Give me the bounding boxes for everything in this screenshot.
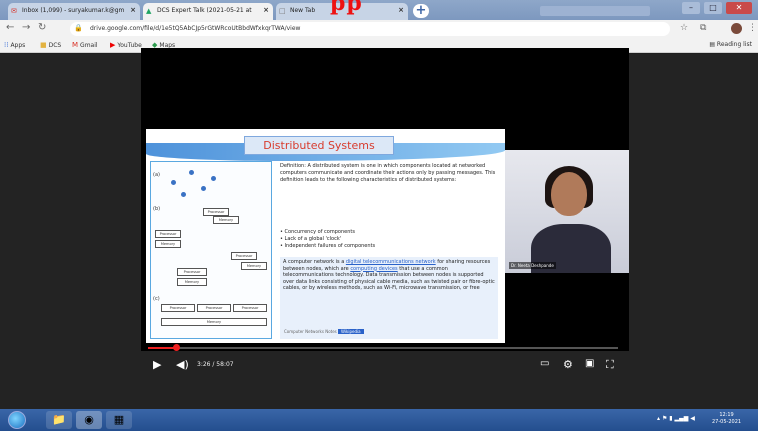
memory-box: Memory (213, 216, 239, 224)
window-controls: – □ ✕ (682, 2, 752, 14)
link[interactable]: digital telecommunications network (346, 259, 436, 265)
close-icon[interactable]: × (263, 6, 269, 14)
link[interactable]: computing devices (350, 266, 397, 272)
progress-bar[interactable] (148, 344, 618, 351)
network-definition: A computer network is a digital telecomm… (280, 257, 498, 339)
browser-toolbar: ← → ↻ 🔒 drive.google.com/file/d/1e5tQ5Ab… (0, 20, 758, 38)
app-icon[interactable]: ▦ (106, 411, 132, 429)
list-item: • Independent failures of components (280, 243, 376, 249)
tray-arrow-icon[interactable]: ▴ (657, 415, 660, 422)
tab-title: DCS Expert Talk (2021-05-21 at (157, 7, 252, 14)
blurred-area (540, 6, 650, 16)
overlay-title: pp (330, 0, 363, 16)
list-item: • Lack of a global 'clock' (280, 236, 342, 242)
tab-strip: ✉ Inbox (1,099) - suryakumar.k@gm × ▲ DC… (0, 0, 758, 20)
play-icon[interactable]: ▶ (153, 358, 161, 371)
start-button[interactable] (8, 411, 26, 429)
network-node (211, 176, 216, 181)
flag-icon[interactable]: ⚑ (662, 415, 667, 422)
reload-icon[interactable]: ↻ (38, 22, 46, 33)
clock[interactable]: 12:19 27-05-2021 (712, 412, 741, 426)
progress-fill (148, 347, 176, 349)
star-icon[interactable]: ☆ (680, 23, 688, 33)
reading-list-icon: ▤ (709, 41, 717, 48)
new-tab-button[interactable]: + (413, 4, 429, 18)
close-window-icon[interactable]: ✕ (726, 2, 752, 14)
forward-icon[interactable]: → (22, 22, 30, 33)
reading-list-button[interactable]: ▤ Reading list (709, 41, 752, 48)
tab-title: Inbox (1,099) - suryakumar.k@gm (22, 7, 125, 14)
minimize-icon[interactable]: – (682, 2, 700, 14)
processor-box: Processor (177, 268, 207, 276)
chrome-icon[interactable]: ◉ (76, 411, 102, 429)
memory-box: Memory (177, 278, 207, 286)
fullscreen-icon[interactable]: ⛶ (606, 358, 614, 372)
battery-icon[interactable]: ▮ (669, 415, 672, 422)
drive-icon: ▲ (146, 7, 152, 15)
close-icon[interactable]: × (130, 6, 136, 14)
presenter-name: Dr. Neeta Deshpande (509, 262, 556, 269)
characteristics-list: • Concurrency of components • Lack of a … (280, 229, 498, 250)
network-icon[interactable]: ▂▄▆ (674, 415, 688, 422)
back-icon[interactable]: ← (6, 22, 14, 33)
webcam-feed: Dr. Neeta Deshpande (505, 150, 629, 273)
network-node (171, 180, 176, 185)
system-tray: ▴ ⚑ ▮ ▂▄▆ ◀ (657, 415, 695, 422)
processor-box: Processor (161, 304, 195, 312)
maximize-icon[interactable]: □ (704, 2, 722, 14)
memory-box: Memory (161, 318, 267, 326)
gmail-icon: M (72, 41, 79, 49)
speaker-icon[interactable]: ◀ (690, 415, 695, 422)
tab-dcs-talk[interactable]: ▲ DCS Expert Talk (2021-05-21 at × (143, 3, 273, 20)
newtab-icon: □ (279, 7, 286, 15)
processor-box: Processor (233, 304, 267, 312)
tab-inbox[interactable]: ✉ Inbox (1,099) - suryakumar.k@gm × (8, 3, 140, 20)
youtube-icon: ▶ (110, 41, 116, 49)
system-diagram: (a) (b) Processor Memory Processor Memor… (150, 161, 272, 339)
gmail-icon: ✉ (11, 7, 17, 15)
address-bar[interactable]: drive.google.com/file/d/1e5tQ5AbCJp5rGtW… (70, 22, 670, 36)
windows-taskbar: 📁 ◉ ▦ ▴ ⚑ ▮ ▂▄▆ ◀ 12:19 27-05-2021 (0, 409, 758, 431)
memory-box: Memory (241, 262, 267, 270)
diagram-label-a: (a) (153, 172, 160, 178)
tab-title: New Tab (290, 7, 316, 14)
folder-icon: ■ (40, 41, 47, 49)
processor-box: Processor (155, 230, 181, 238)
memory-box: Memory (155, 240, 181, 248)
volume-icon[interactable]: ◀) (176, 358, 189, 371)
slide-title: Distributed Systems (244, 136, 394, 155)
extensions-icon[interactable]: ⧉ (700, 23, 706, 33)
lock-icon[interactable]: 🔒 (74, 24, 83, 32)
network-node (189, 170, 194, 175)
list-item: • Concurrency of components (280, 229, 355, 235)
scrubber-handle[interactable] (172, 344, 180, 351)
explorer-icon[interactable]: 📁 (46, 411, 72, 429)
menu-icon[interactable]: ⋮ (748, 23, 757, 33)
slide-footer: Computer Networks Notes Wikipedia (284, 329, 364, 336)
diagram-label-c: (c) (153, 296, 160, 302)
definition-text: Definition: A distributed system is one … (280, 163, 496, 183)
presenter-face (551, 172, 587, 216)
close-icon[interactable]: × (398, 6, 404, 14)
bookmark-gmail[interactable]: M Gmail (72, 41, 98, 49)
screen: pp ✉ Inbox (1,099) - suryakumar.k@gm × ▲… (0, 0, 758, 431)
processor-box: Processor (197, 304, 231, 312)
network-node (201, 186, 206, 191)
diagram-label-b: (b) (153, 206, 161, 212)
bookmark-dcs[interactable]: ■ DCS (40, 41, 61, 49)
presentation-slide: Distributed Systems (a) (b) Processor Me… (146, 129, 505, 343)
apps-icon: ⁞⁞ (4, 41, 9, 49)
time-display: 3:26 / 58:07 (197, 361, 234, 368)
settings-icon[interactable]: ⚙ (563, 358, 573, 371)
processor-box: Processor (203, 208, 229, 216)
avatar[interactable] (731, 23, 742, 34)
bookmark-apps[interactable]: ⁞⁞ Apps (4, 41, 25, 49)
bookmark-youtube[interactable]: ▶ YouTube (110, 41, 142, 49)
miniplayer-icon[interactable]: ▣ (585, 358, 594, 369)
network-node (181, 192, 186, 197)
footer-pill: Wikipedia (338, 329, 364, 334)
captions-icon[interactable]: ▭ (540, 358, 549, 369)
processor-box: Processor (231, 252, 257, 260)
